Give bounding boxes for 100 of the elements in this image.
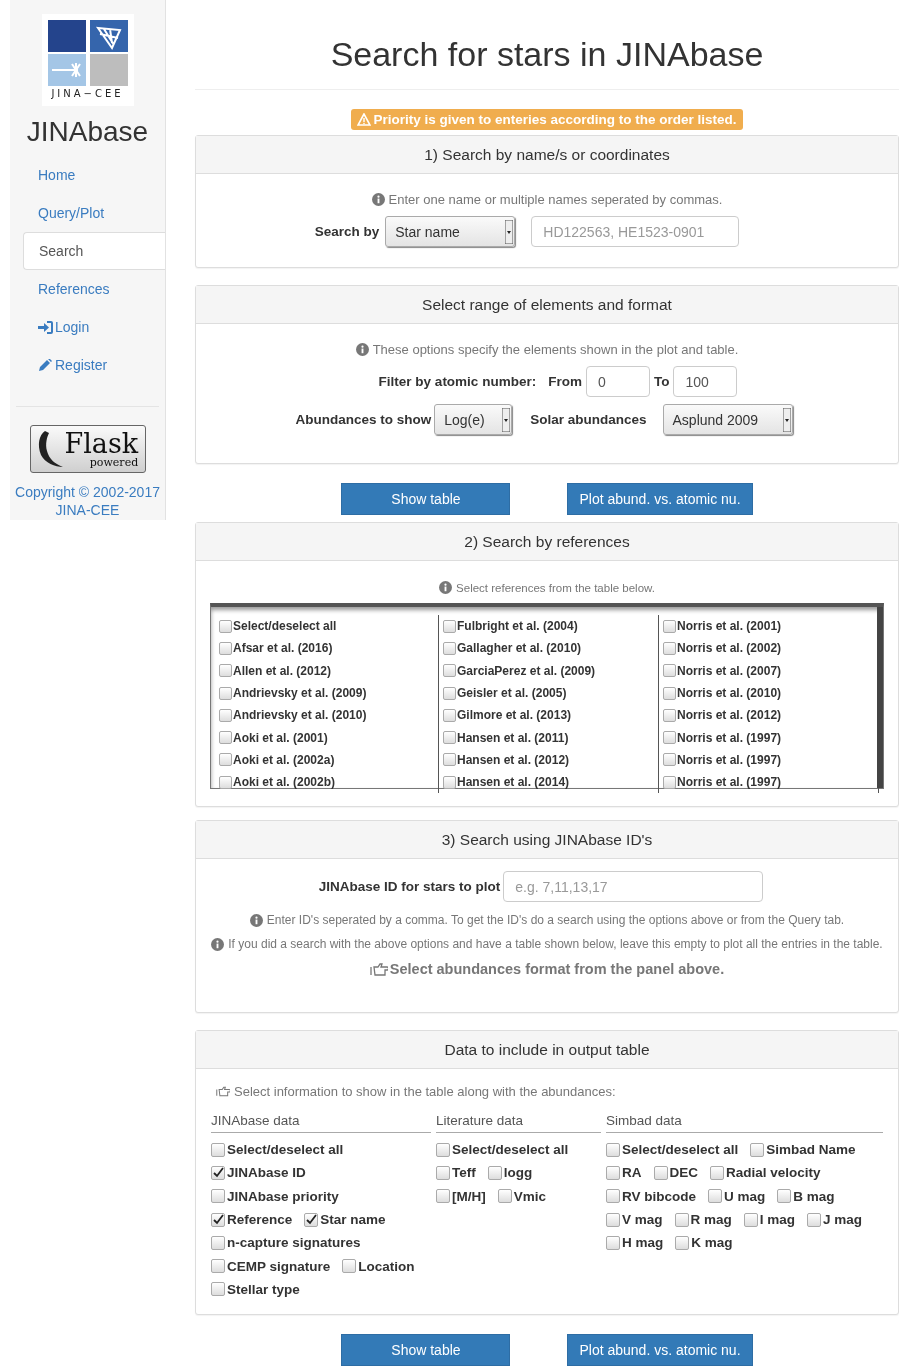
checkbox[interactable] — [663, 664, 676, 678]
checkbox-label: Gallagher et al. (2010) — [457, 641, 582, 656]
checkbox[interactable] — [211, 1212, 225, 1227]
checkbox[interactable] — [663, 686, 676, 700]
checkbox[interactable] — [487, 1165, 502, 1180]
solar-dropdown[interactable]: Asplund 2009 — [662, 404, 793, 435]
field-label: Search by — [314, 224, 380, 239]
checkbox[interactable] — [606, 1189, 620, 1204]
checkbox[interactable] — [211, 1282, 225, 1297]
id-field[interactable]: e.g. 7,11,13,17 — [503, 871, 764, 902]
checkbox[interactable] — [443, 664, 456, 678]
instruction-text: Select information to show in the table along with the abundances: — [234, 1084, 616, 1099]
panel-title: 2) Search by references — [196, 523, 898, 561]
checkbox[interactable] — [777, 1189, 792, 1204]
checkbox-label: Norris et al. (2001) — [677, 619, 782, 634]
checkbox[interactable] — [211, 1142, 225, 1157]
checkbox[interactable] — [443, 686, 456, 700]
checkbox[interactable] — [497, 1189, 512, 1204]
show-table-button[interactable]: Show table — [341, 483, 511, 515]
pointing-hand-icon — [369, 962, 388, 976]
checkbox-label: Norris et al. (2012) — [677, 708, 782, 723]
checkbox[interactable] — [663, 708, 676, 722]
checkbox[interactable] — [807, 1212, 822, 1227]
checkbox[interactable] — [219, 731, 232, 745]
abundances-dropdown[interactable]: Log(e) — [434, 404, 513, 435]
checkbox[interactable] — [663, 775, 676, 789]
scrollbar[interactable] — [877, 607, 883, 788]
show-table-button[interactable]: Show table — [341, 1334, 511, 1366]
checkbox[interactable] — [342, 1259, 357, 1274]
checkbox[interactable] — [219, 775, 232, 789]
checkbox[interactable] — [211, 1189, 225, 1204]
search-by-dropdown[interactable]: Star name — [385, 216, 516, 247]
checkbox[interactable] — [443, 753, 456, 767]
checkbox-label: Location — [358, 1258, 415, 1274]
checkbox[interactable] — [710, 1165, 724, 1180]
checkbox[interactable] — [219, 686, 232, 700]
plot-button[interactable]: Plot abund. vs. atomic nu. — [567, 1334, 753, 1366]
checkbox[interactable] — [211, 1235, 225, 1250]
checkbox[interactable] — [436, 1165, 450, 1180]
info-icon — [211, 937, 225, 951]
checkbox[interactable] — [750, 1142, 765, 1157]
nav-link[interactable]: Register — [23, 346, 165, 384]
checkbox[interactable] — [663, 731, 676, 745]
checkbox[interactable] — [219, 664, 232, 678]
checkbox-label: Vmic — [513, 1188, 547, 1204]
caret-icon — [505, 219, 514, 244]
checkbox[interactable] — [219, 753, 232, 767]
checkbox[interactable] — [211, 1165, 225, 1180]
checkbox[interactable] — [674, 1212, 689, 1227]
checkbox[interactable] — [606, 1212, 620, 1227]
checkbox-label: DEC — [669, 1165, 698, 1181]
checkbox[interactable] — [663, 753, 676, 767]
copyright-text: JINA-CEE — [54, 501, 121, 519]
field-label: From — [548, 374, 582, 389]
group-title: Literature data — [436, 1113, 601, 1133]
checkbox[interactable] — [443, 775, 456, 789]
checkbox[interactable] — [436, 1142, 450, 1157]
nav-link[interactable]: Login — [23, 308, 165, 346]
nav-link[interactable]: Query/Plot — [23, 194, 165, 232]
checkbox[interactable] — [675, 1235, 690, 1250]
checkbox[interactable] — [606, 1142, 620, 1157]
logo-caption: JINA−CEE — [51, 88, 124, 99]
checkbox[interactable] — [606, 1235, 620, 1250]
checkbox-label: B mag — [793, 1188, 835, 1204]
checkbox-label: Allen et al. (2012) — [233, 663, 332, 678]
from-field[interactable]: 0 — [585, 366, 650, 397]
checkbox[interactable] — [743, 1212, 758, 1227]
checkbox[interactable] — [211, 1259, 225, 1274]
checkbox[interactable] — [443, 619, 456, 633]
checkbox[interactable] — [443, 708, 456, 722]
panel-title: Select range of elements and format — [196, 286, 898, 324]
names-field[interactable]: HD122563, HE1523-0901 — [531, 216, 740, 247]
checkbox[interactable] — [219, 619, 232, 633]
check-icon — [212, 1214, 224, 1226]
checkbox-label: logg — [503, 1165, 533, 1181]
checkbox-label: H mag — [622, 1235, 664, 1251]
checkbox-label: Teff — [452, 1165, 476, 1181]
checkbox-label: J mag — [823, 1212, 863, 1228]
checkbox[interactable] — [708, 1189, 722, 1204]
field-label: To — [653, 374, 670, 389]
checkbox[interactable] — [663, 641, 676, 655]
nav-link[interactable]: Home — [23, 156, 165, 194]
checkbox[interactable] — [663, 619, 676, 633]
checkbox[interactable] — [606, 1165, 620, 1180]
checkbox-label: Select/deselect all — [452, 1142, 569, 1158]
nav-link[interactable]: References — [23, 270, 165, 308]
field-label: Abundances to show — [295, 412, 432, 427]
field-label: Solar abundances — [530, 412, 647, 427]
checkbox[interactable] — [436, 1189, 450, 1204]
checkbox[interactable] — [219, 641, 232, 655]
checkbox-label: U mag — [724, 1188, 766, 1204]
checkbox-label: [M/H] — [452, 1188, 486, 1204]
checkbox[interactable] — [443, 731, 456, 745]
plot-button[interactable]: Plot abund. vs. atomic nu. — [567, 483, 753, 515]
to-field[interactable]: 100 — [673, 366, 738, 397]
checkbox[interactable] — [443, 641, 456, 655]
nav-link[interactable]: Search — [23, 232, 165, 270]
checkbox[interactable] — [219, 708, 232, 722]
checkbox[interactable] — [653, 1165, 668, 1180]
checkbox[interactable] — [304, 1212, 319, 1227]
